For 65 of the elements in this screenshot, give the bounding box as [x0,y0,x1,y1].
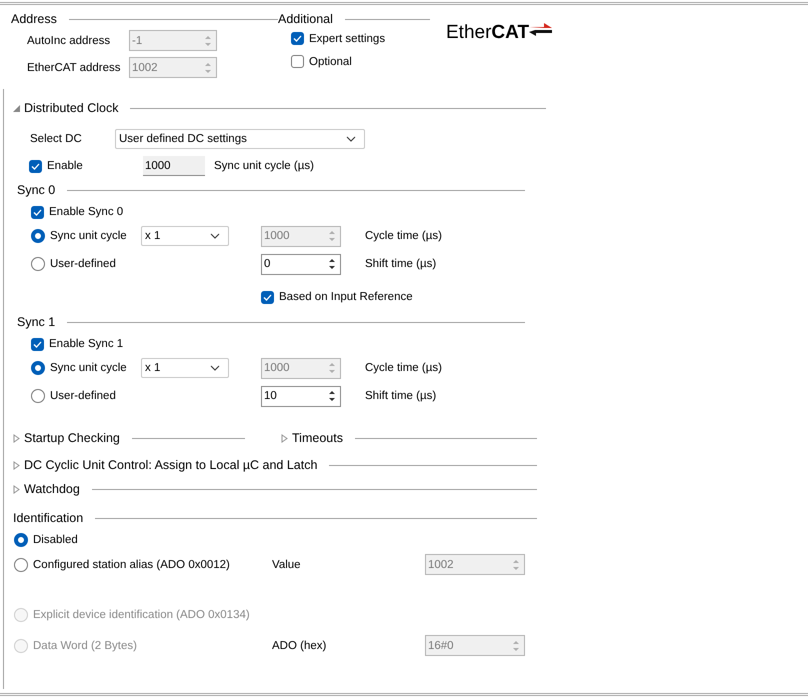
checkbox-label: Optional [309,56,352,68]
section-header[interactable]: Startup Checking [4,431,120,445]
radio-button[interactable] [31,389,45,403]
number-field[interactable]: 1002 [425,554,525,575]
checkbox-label: Enable [47,160,83,172]
field-label: AutoInc address [26,34,112,46]
checkbox[interactable] [261,290,274,304]
checkbox[interactable] [31,206,44,218]
number-field[interactable]: 10 [261,386,341,406]
dropdown[interactable]: x 1 [141,226,229,246]
field-label: Sync unit cycle (µs) [214,160,314,172]
arrows-icon [527,21,554,39]
dropdown[interactable]: User defined DC settings [115,129,365,149]
section-header[interactable]: Timeouts [272,431,343,445]
section-title: Address [11,12,57,26]
field-label: Shift time (µs) [365,258,436,270]
radio-label: Data Word (2 Bytes) [33,640,137,652]
checkbox[interactable] [291,32,304,45]
dropdown[interactable]: x 1 [141,358,229,378]
field-label: Value [272,558,302,570]
radio-label: Disabled [33,534,78,546]
radio-label: Sync unit cycle [50,230,127,242]
field-label: EtherCAT address [26,62,122,74]
section-title: Sync 1 [17,315,56,329]
checkbox-label: Based on Input Reference [279,291,413,303]
spinner-icon[interactable] [327,388,337,404]
caret-icon[interactable] [346,136,356,142]
radio-label: Sync unit cycle [50,362,127,374]
expand-icon[interactable] [12,460,21,470]
radio-button[interactable] [31,257,45,271]
expand-icon[interactable] [12,104,21,112]
text-field[interactable]: 1000 [143,156,205,176]
section-header[interactable]: DC Cyclic Unit Control: Assign to Local µC and Latch [4,458,318,472]
radio-label: Configured station alias (ADO 0x0012) [33,558,230,570]
logo-text: EtherCAT [446,21,530,45]
caret-icon[interactable] [210,233,220,239]
radio-label: Explicit device identification (ADO 0x0134) [33,609,250,621]
field-label: ADO (hex) [272,640,328,652]
expand-icon[interactable] [280,434,289,442]
section-title: Sync 0 [17,183,56,197]
field-label: Select DC [29,133,83,145]
radio-button[interactable] [31,361,45,375]
expand-icon[interactable] [12,484,21,494]
radio-button[interactable] [31,229,45,243]
checkbox-label: Enable Sync 1 [49,338,124,350]
field-label: Shift time (µs) [365,390,436,402]
section-header[interactable]: Distributed Clock [4,101,118,115]
radio-label: User-defined [50,390,116,402]
section-header[interactable]: Watchdog [4,482,80,496]
caret-icon[interactable] [210,365,220,371]
field-label: Cycle time (µs) [365,230,442,242]
field-label: Cycle time (µs) [365,362,442,374]
radio-label: User-defined [50,258,116,270]
checkbox-label: Expert settings [309,32,386,44]
checkbox[interactable] [291,55,304,68]
expand-icon[interactable] [12,434,21,442]
spinner-icon[interactable] [327,256,337,272]
number-field[interactable]: 0 [261,254,341,274]
checkbox-label: Enable Sync 0 [49,206,124,218]
section-title: Identification [13,511,84,525]
checkbox[interactable] [31,338,44,350]
radio-button[interactable] [14,558,28,572]
checkbox[interactable] [29,160,42,172]
section-title: Additional [278,12,333,26]
radio-button[interactable] [14,533,28,547]
